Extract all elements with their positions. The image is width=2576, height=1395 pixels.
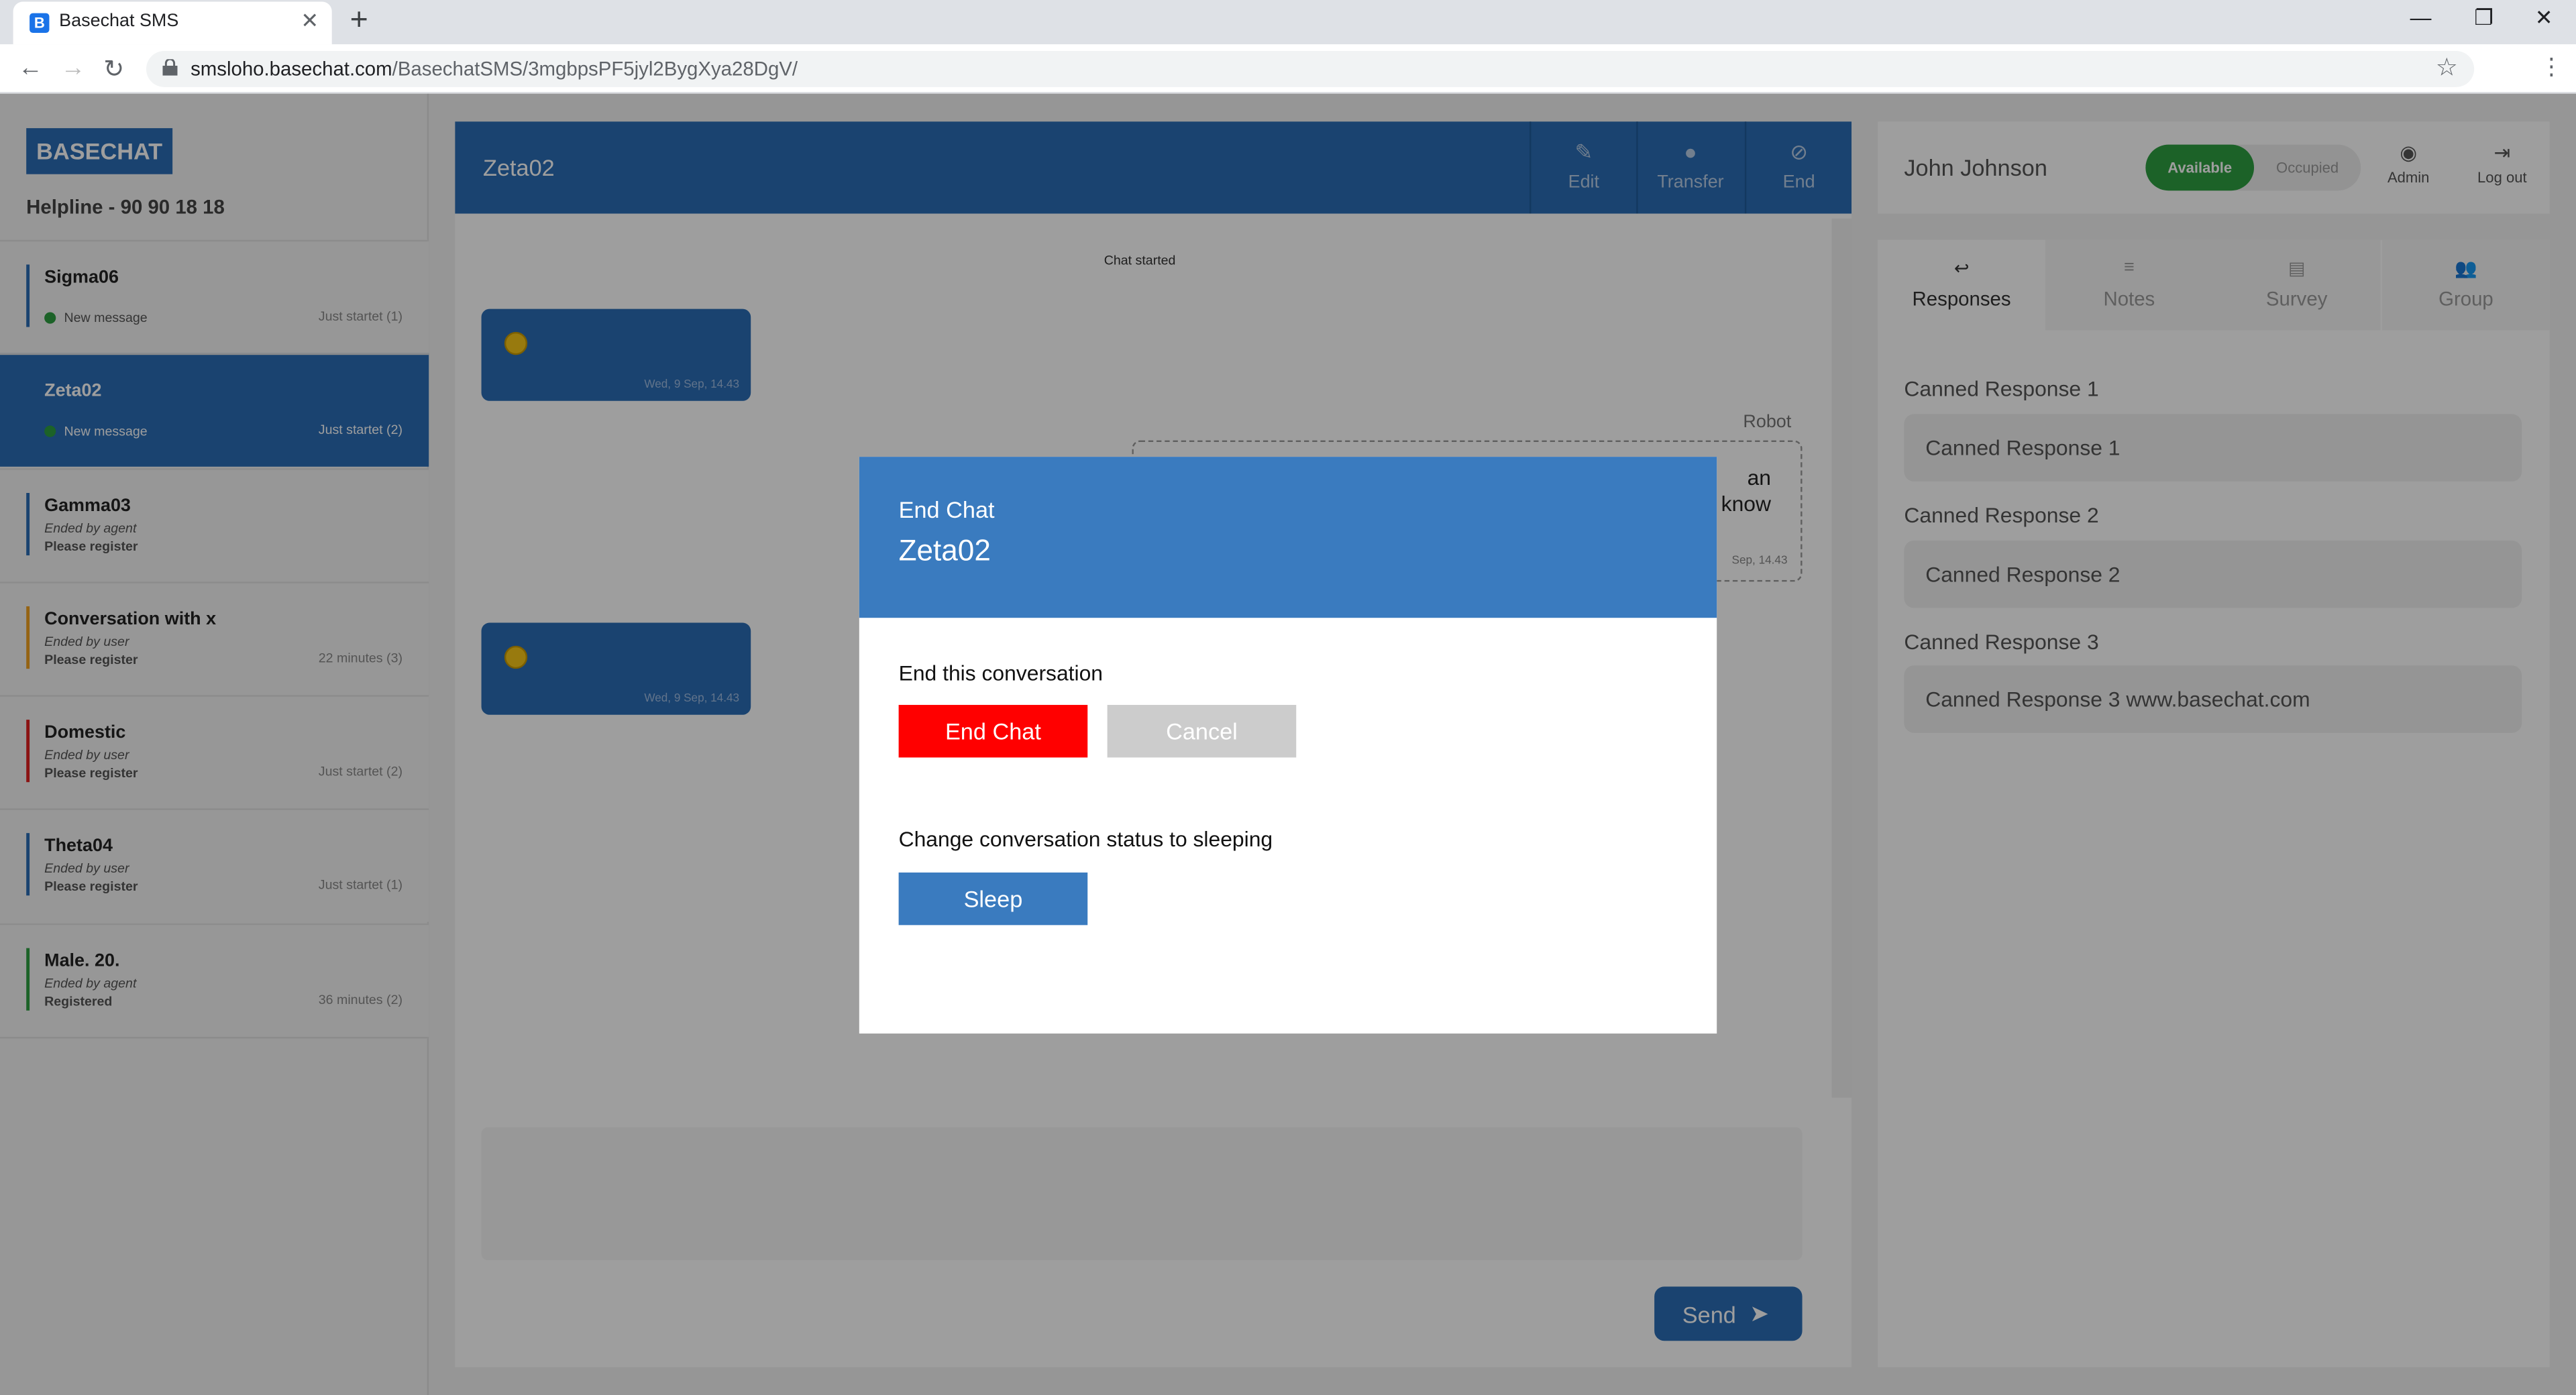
end-conversation-text: End this conversation [898,660,1104,685]
menu-icon[interactable]: ⋮ [2540,52,2563,80]
browser-tabbar: B Basechat SMS ✕ + — ❐ ✕ [0,0,2576,45]
minimize-icon[interactable]: — [2410,5,2432,30]
url-path: /BasechatSMS/3mgbpsPF5jyl2BygXya28DgV/ [392,57,798,81]
forward-icon[interactable]: → [61,54,86,82]
lock-icon [162,59,178,76]
star-icon[interactable]: ☆ [2436,52,2458,82]
reload-icon[interactable]: ↻ [103,54,124,84]
modal-subtitle: Zeta02 [898,534,991,567]
sleep-status-text: Change conversation status to sleeping [898,826,1273,852]
tab-title: Basechat SMS [59,11,179,32]
tab-close-icon[interactable]: ✕ [301,8,319,34]
url-text: smsloho.basechat.com/BasechatSMS/3mgbpsP… [191,58,798,80]
modal-title: End Chat [898,496,995,523]
basechat-favicon-icon: B [30,13,50,33]
end-chat-button[interactable]: End Chat [898,705,1088,758]
omnibox[interactable]: smsloho.basechat.com/BasechatSMS/3mgbpsP… [146,50,2475,87]
sleep-button[interactable]: Sleep [898,872,1088,926]
end-chat-modal: End Chat Zeta02 End this conversation En… [859,457,1717,1034]
modal-header: End Chat Zeta02 [859,457,1717,618]
address-bar: ← → ↻ smsloho.basechat.com/BasechatSMS/3… [0,44,2576,94]
page: B Basechat SMS ✕ + — ❐ ✕ ← → ↻ smsloho.b… [0,0,2576,1395]
url-host: smsloho.basechat.com [191,57,392,81]
cancel-button[interactable]: Cancel [1107,705,1297,758]
new-tab-button[interactable]: + [350,3,368,40]
close-icon[interactable]: ✕ [2535,5,2553,31]
back-icon[interactable]: ← [18,54,43,82]
restore-icon[interactable]: ❐ [2474,5,2493,31]
browser-tab[interactable]: B Basechat SMS ✕ [13,1,332,45]
